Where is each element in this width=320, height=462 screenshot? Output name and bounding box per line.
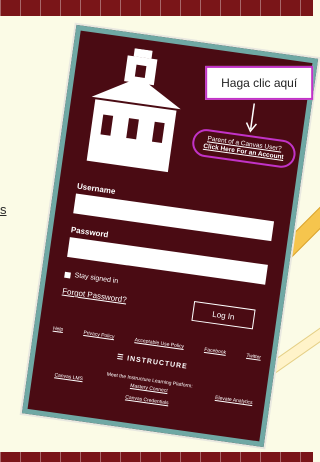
brick-border-top [0, 0, 313, 16]
footer-link-acceptable-use[interactable]: Acceptable Use Policy [134, 337, 184, 350]
stay-signed-in-label: Stay signed in [74, 272, 119, 286]
stay-signed-in-checkbox[interactable] [64, 271, 72, 279]
login-card-photo: Haga clic aquí Parent of a Canvas User? … [21, 24, 319, 448]
forgot-password-link[interactable]: Forgot Password? [62, 287, 128, 305]
left-text-fragment: s [0, 202, 7, 217]
schoolhouse-icon [86, 48, 181, 173]
stay-signed-in[interactable]: Stay signed in [64, 271, 119, 286]
meet-platform-text: Meet the Instructure Learning Platform: [106, 371, 194, 390]
brick-border-bottom [0, 452, 313, 462]
parent-account-link[interactable]: Parent of a Canvas User? Click Here For … [190, 127, 298, 170]
instructure-wordmark: INSTRUCTURE [126, 355, 189, 371]
footer-link-twitter[interactable]: Twitter [246, 353, 261, 361]
footer-link-facebook[interactable]: Facebook [204, 347, 227, 356]
arrow-down-icon [245, 103, 258, 133]
login-card: Haga clic aquí Parent of a Canvas User? … [21, 24, 319, 448]
callout-text: Haga clic aquí [221, 75, 298, 90]
footer-link-privacy[interactable]: Privacy Policy [83, 330, 115, 340]
login-button[interactable]: Log In [191, 300, 256, 330]
footer-link-help[interactable]: Help [53, 326, 64, 333]
callout-box: Haga clic aquí [205, 65, 314, 100]
